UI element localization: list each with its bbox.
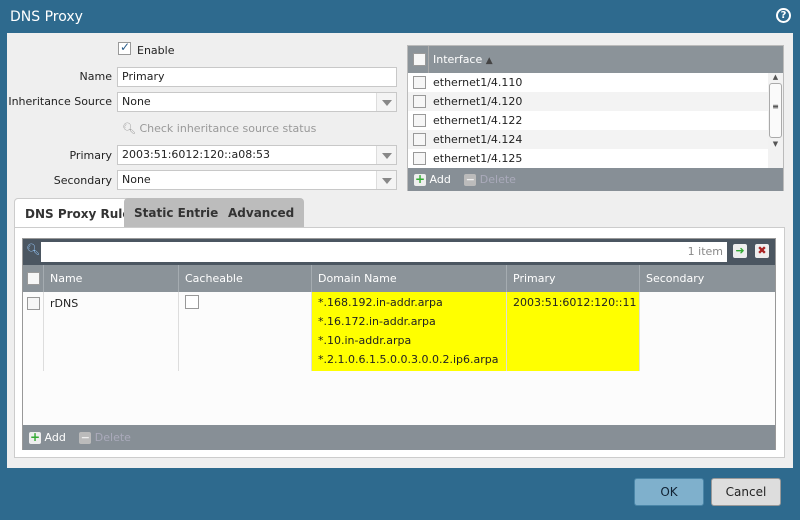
interface-name: ethernet1/4.120 [433, 95, 523, 108]
scrollbar[interactable]: ▲ ≡ ▼ [768, 73, 783, 168]
apply-filter-icon[interactable]: ➜ [733, 244, 747, 258]
chevron-down-icon[interactable] [376, 93, 396, 111]
list-item[interactable]: ethernet1/4.110 [408, 73, 768, 92]
row-checkbox[interactable] [413, 152, 426, 165]
domain-name: *.2.1.0.6.1.5.0.0.3.0.0.2.ip6.arpa [318, 353, 499, 366]
list-item[interactable]: ethernet1/4.125 [408, 149, 768, 168]
interface-name: ethernet1/4.110 [433, 76, 523, 89]
delete-interface-button[interactable]: − Delete [464, 173, 516, 186]
enable-label: Enable [137, 44, 175, 57]
delete-rule-button[interactable]: − Delete [79, 431, 131, 444]
tab-advanced[interactable]: Advanced [218, 198, 305, 228]
row-checkbox[interactable] [413, 114, 426, 127]
table-row[interactable]: rDNS *.168.192.in-addr.arpa *.16.172.in-a… [23, 292, 775, 371]
search-icon: 🔍︎ [26, 243, 40, 256]
plus-icon: + [29, 430, 41, 444]
search-icon: 🔍︎ [122, 122, 136, 135]
rules-grid: 🔍︎ 1 item ➜ ✖ Name Cacheable Domain Name Pr… [22, 238, 776, 450]
list-item[interactable]: ethernet1/4.124 [408, 130, 768, 149]
plus-icon: + [414, 172, 426, 186]
secondary-label: Secondary [53, 174, 112, 187]
primary-cell: 2003:51:6012:120::11 [506, 292, 639, 371]
select-all-checkbox[interactable] [27, 272, 40, 285]
secondary-cell [639, 292, 775, 371]
domain-name: *.16.172.in-addr.arpa [318, 315, 436, 328]
row-checkbox[interactable] [413, 76, 426, 89]
domain-name-cell: *.168.192.in-addr.arpa *.16.172.in-addr.a… [311, 292, 506, 371]
add-rule-button[interactable]: + Add [29, 431, 66, 444]
interface-name: ethernet1/4.122 [433, 114, 523, 127]
column-header-cacheable[interactable]: Cacheable [178, 265, 311, 292]
sort-asc-icon: ▲ [485, 56, 493, 66]
primary-label: Primary [69, 149, 112, 162]
ok-button[interactable]: OK [634, 478, 704, 506]
inheritance-select[interactable]: None [117, 92, 397, 112]
interface-grid: Interface ▲ ethernet1/4.110 ethernet1/4.1… [407, 45, 784, 191]
row-checkbox[interactable] [27, 297, 40, 310]
list-item[interactable]: ethernet1/4.122 [408, 111, 768, 130]
column-header-name[interactable]: Name [43, 265, 178, 292]
chevron-down-icon[interactable] [376, 171, 396, 189]
row-checkbox[interactable] [413, 95, 426, 108]
interface-name: ethernet1/4.125 [433, 152, 523, 165]
dialog-title: DNS Proxy [10, 9, 83, 25]
help-icon[interactable]: ? [776, 8, 791, 23]
cacheable-checkbox[interactable] [185, 295, 199, 309]
minus-icon: − [79, 431, 92, 444]
rule-name: rDNS [43, 292, 178, 371]
domain-name: *.10.in-addr.arpa [318, 334, 412, 347]
chevron-down-icon[interactable] [376, 146, 396, 164]
check-inheritance-link[interactable]: 🔍︎ Check inheritance source status [122, 122, 316, 135]
inheritance-label: Inheritance Source [8, 95, 112, 108]
list-item[interactable]: ethernet1/4.120 [408, 92, 768, 111]
column-header-primary[interactable]: Primary [506, 265, 639, 292]
name-input[interactable]: Primary [117, 67, 397, 87]
cancel-button[interactable]: Cancel [711, 478, 781, 506]
select-all-checkbox[interactable] [413, 53, 426, 66]
domain-name: *.168.192.in-addr.arpa [318, 296, 443, 309]
item-count: 1 item [687, 245, 723, 258]
clear-filter-icon[interactable]: ✖ [755, 244, 769, 258]
minus-icon: − [464, 173, 477, 186]
interface-column-header[interactable]: Interface ▲ [433, 53, 493, 66]
enable-checkbox[interactable]: ✓ [118, 40, 131, 58]
interface-name: ethernet1/4.124 [433, 133, 523, 146]
column-header-secondary[interactable]: Secondary [639, 265, 775, 292]
secondary-select[interactable]: None [117, 170, 397, 190]
add-interface-button[interactable]: + Add [414, 173, 451, 186]
filter-input[interactable]: 1 item [41, 242, 727, 262]
name-label: Name [79, 70, 112, 83]
column-header-domain-name[interactable]: Domain Name [311, 265, 506, 292]
row-checkbox[interactable] [413, 133, 426, 146]
primary-select[interactable]: 2003:51:6012:120::a08:53 [117, 145, 397, 165]
